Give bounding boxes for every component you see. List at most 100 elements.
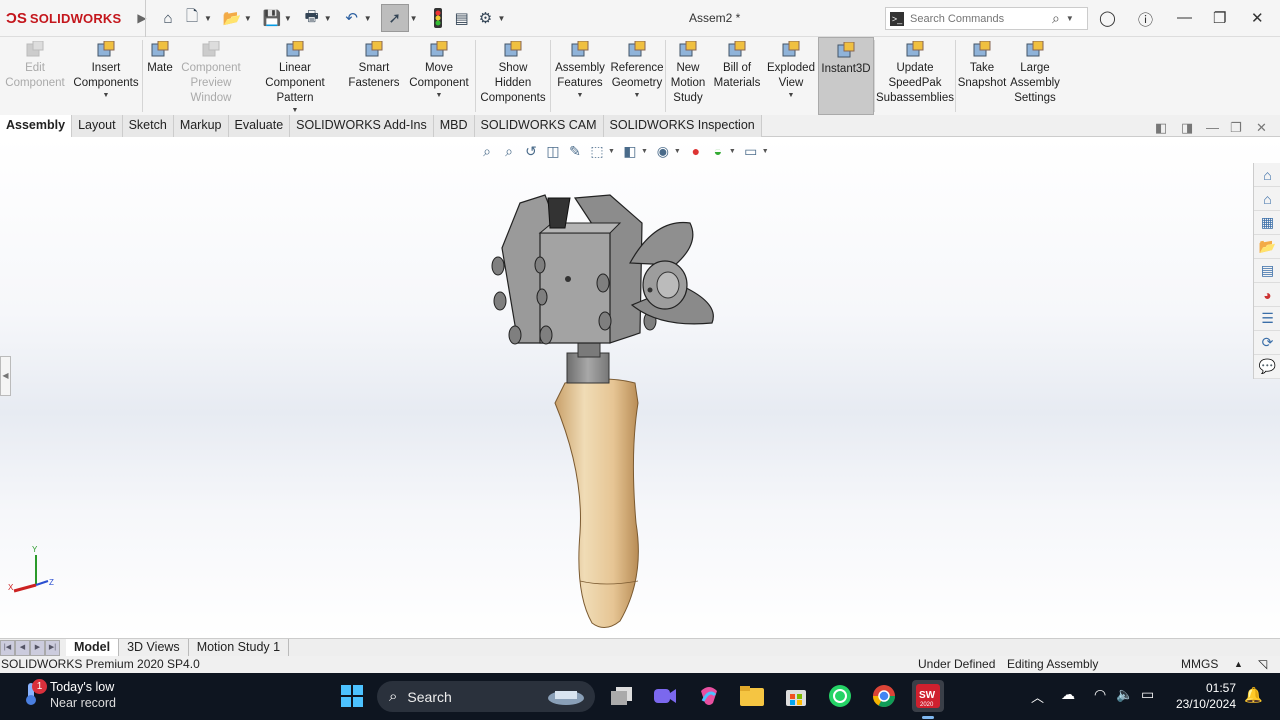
tab-first-icon[interactable]: |◀ — [0, 639, 15, 656]
custom-properties-icon[interactable]: ☰ — [1254, 307, 1280, 331]
options-gear-icon[interactable]: ⚙ — [475, 7, 497, 29]
view-settings-icon[interactable]: ▭ — [740, 141, 762, 161]
view-palette-icon[interactable]: ▤ — [1254, 259, 1280, 283]
whatsapp-icon[interactable] — [826, 682, 854, 710]
ribbon-button-camera[interactable]: Take Snapshot — [956, 37, 1008, 115]
save-icon[interactable]: 💾 — [261, 7, 283, 29]
print-icon[interactable]: 🖶 — [301, 7, 323, 29]
tab-prev-icon[interactable]: ◀ — [15, 639, 30, 656]
solidworks-taskbar-icon[interactable]: SW 2020 — [912, 680, 944, 712]
dropdown-caret-icon[interactable]: ▼ — [103, 91, 110, 101]
previous-view-icon[interactable]: ↺ — [520, 141, 542, 161]
battery-icon[interactable]: ▭ — [1141, 686, 1154, 703]
minimize-icon[interactable]: — — [1177, 9, 1192, 26]
save-dropdown-icon[interactable]: ▼ — [284, 14, 292, 23]
status-mode[interactable]: Editing Assembly — [1007, 656, 1098, 673]
weather-widget[interactable]: 1 Today's low Near record — [22, 679, 116, 711]
taskbar-search[interactable]: ⌕ Search — [377, 681, 595, 712]
units-dropdown-icon[interactable]: ▲ — [1234, 656, 1243, 673]
new-document-icon[interactable]: 🗋 — [181, 7, 203, 29]
dropdown-caret-icon[interactable]: ▼ — [577, 91, 584, 101]
hide-show-items-icon[interactable]: ◉ — [652, 141, 674, 161]
select-cursor-icon[interactable]: ➚ — [380, 4, 409, 32]
graphics-area[interactable]: ⌕ ⌕ ↺ ◫ ✎ ⬚ ▼ ◧ ▼ ◉ ▼ ● ◒ ▼ ▭ ▼ ◀ Y Z X … — [0, 138, 1280, 638]
doc-minimize-icon[interactable]: — — [1206, 120, 1219, 135]
tile-right-icon[interactable]: ◨ — [1181, 120, 1193, 136]
ribbon-button-move-component[interactable]: Move Component ▼ — [403, 37, 475, 115]
microsoft-store-icon[interactable] — [782, 682, 810, 710]
solidworks-logo[interactable]: ƆS SOLIDWORKS ▶ — [0, 10, 147, 27]
ribbon-button-pattern[interactable]: Linear Component Pattern ▼ — [245, 37, 345, 115]
zoom-to-fit-icon[interactable]: ⌕ — [476, 141, 498, 161]
status-units[interactable]: MMGS — [1181, 656, 1218, 673]
taskbar-clock[interactable]: 01:57 23/10/2024 — [1168, 680, 1236, 712]
view-orientation-icon[interactable]: ⬚ — [586, 141, 608, 161]
view-settings-dropdown-icon[interactable]: ▼ — [762, 148, 769, 155]
chrome-icon[interactable] — [870, 682, 898, 710]
search-commands-input[interactable] — [910, 12, 1050, 25]
hide-show-dropdown-icon[interactable]: ▼ — [674, 148, 681, 155]
tab-solidworks-add-ins[interactable]: SOLIDWORKS Add-Ins — [290, 115, 434, 137]
ribbon-button-motion-study[interactable]: New Motion Study — [666, 37, 710, 115]
tab-layout[interactable]: Layout — [72, 115, 123, 137]
wifi-icon[interactable]: ◠ — [1094, 686, 1106, 703]
view-orientation-dropdown-icon[interactable]: ▼ — [608, 148, 615, 155]
ribbon-button-reference-geometry[interactable]: Reference Geometry ▼ — [609, 37, 665, 115]
restore-icon[interactable]: ❐ — [1213, 9, 1226, 27]
bottom-tab-3d-views[interactable]: 3D Views — [119, 638, 189, 657]
open-dropdown-icon[interactable]: ▼ — [244, 14, 252, 23]
resize-grip-icon[interactable]: ◹ — [1258, 656, 1267, 673]
rebuild-traffic-light-icon[interactable] — [427, 7, 449, 29]
section-view-icon[interactable]: ◫ — [542, 141, 564, 161]
assembly-model[interactable] — [480, 193, 730, 633]
help-icon[interactable]: ⓘ — [1138, 9, 1153, 30]
tab-solidworks-cam[interactable]: SOLIDWORKS CAM — [474, 115, 604, 137]
display-style-icon[interactable]: ◧ — [619, 141, 641, 161]
bottom-tab-motion-study-1[interactable]: Motion Study 1 — [189, 638, 290, 657]
solidworks-forum-icon[interactable]: ⟳ — [1254, 331, 1280, 355]
dropdown-caret-icon[interactable]: ▼ — [788, 91, 795, 101]
file-properties-icon[interactable]: ▤ — [451, 7, 473, 29]
bottom-tab-model[interactable]: Model — [66, 638, 120, 657]
search-dropdown-icon[interactable]: ▼ — [1066, 14, 1074, 23]
search-icon[interactable]: ⌕ — [1052, 10, 1060, 27]
ribbon-button-insert-components[interactable]: Insert Components ▼ — [70, 37, 142, 115]
volume-icon[interactable]: 🔈 — [1116, 686, 1133, 703]
ribbon-button-speedpak[interactable]: Update SpeedPak Subassemblies — [875, 37, 955, 115]
tab-evaluate[interactable]: Evaluate — [228, 115, 291, 137]
tile-left-icon[interactable]: ◧ — [1155, 120, 1167, 136]
ribbon-button-exploded-view[interactable]: Exploded View ▼ — [764, 37, 818, 115]
file-explorer-taskbar-icon[interactable] — [738, 682, 766, 710]
tab-markup[interactable]: Markup — [173, 115, 229, 137]
print-dropdown-icon[interactable]: ▼ — [324, 14, 332, 23]
apply-scene-icon[interactable]: ◒ — [707, 141, 729, 161]
onedrive-cloud-icon[interactable]: ☁ — [1061, 686, 1075, 703]
notification-bell-icon[interactable]: 🔔 — [1244, 686, 1263, 704]
ribbon-button-mate-paperclip[interactable]: Mate — [143, 37, 177, 115]
search-commands-box[interactable]: >_ ⌕ ▼ — [885, 7, 1088, 30]
ribbon-button-assembly-features[interactable]: Assembly Features ▼ — [551, 37, 609, 115]
design-library-icon[interactable]: ▦ — [1254, 211, 1280, 235]
comments-icon[interactable]: 💬 — [1254, 355, 1280, 379]
home-tab-icon[interactable]: ⌂ — [1254, 187, 1280, 211]
file-explorer-icon[interactable]: 📂 — [1254, 235, 1280, 259]
scene-dropdown-icon[interactable]: ▼ — [729, 148, 736, 155]
ribbon-button-instant3d[interactable]: Instant3D — [818, 37, 874, 115]
copilot-icon[interactable] — [695, 682, 723, 710]
tab-last-icon[interactable]: ▶| — [45, 639, 60, 656]
ribbon-button-smart-fasteners[interactable]: Smart Fasteners — [345, 37, 403, 115]
tab-sketch[interactable]: Sketch — [122, 115, 174, 137]
edit-appearance-icon[interactable]: ● — [685, 141, 707, 161]
doc-close-icon[interactable]: ✕ — [1256, 120, 1267, 136]
ribbon-button-show-hidden[interactable]: Show Hidden Components — [476, 37, 550, 115]
select-dropdown-icon[interactable]: ▼ — [410, 14, 418, 23]
appearances-icon[interactable]: ◕ — [1254, 283, 1280, 307]
display-style-dropdown-icon[interactable]: ▼ — [641, 148, 648, 155]
tab-mbd[interactable]: MBD — [433, 115, 475, 137]
undo-icon[interactable]: ↶ — [341, 7, 363, 29]
options-dropdown-icon[interactable]: ▼ — [498, 14, 506, 23]
task-view-icon[interactable] — [608, 682, 636, 710]
meet-camera-icon[interactable] — [651, 682, 679, 710]
close-icon[interactable]: ✕ — [1251, 9, 1264, 27]
tab-assembly[interactable]: Assembly — [0, 115, 73, 137]
